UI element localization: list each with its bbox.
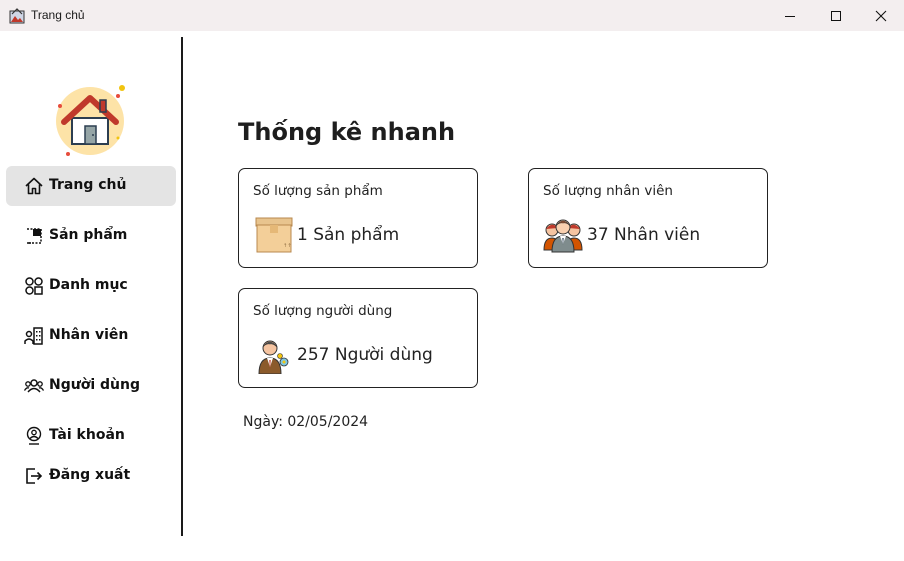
sidebar-item-nhan-vien[interactable]: Nhân viên	[6, 316, 176, 356]
close-button[interactable]	[858, 0, 904, 31]
app-icon	[9, 8, 25, 24]
card-label: Số lượng nhân viên	[543, 183, 673, 199]
box-icon: ↑↑	[255, 217, 293, 253]
sidebar-item-label: Tài khoản	[49, 427, 125, 443]
close-icon	[875, 10, 887, 21]
sidebar-item-trang-chu[interactable]: Trang chủ	[6, 166, 176, 206]
product-icon	[27, 228, 42, 244]
home-icon	[25, 177, 43, 195]
sidebar-item-label: Đăng xuất	[49, 467, 131, 483]
users-icon	[24, 379, 44, 393]
card-value: 1 Sản phẩm	[297, 225, 400, 245]
stat-card-nhan-vien: Số lượng nhân viên 37 Nhân viên	[528, 168, 768, 268]
category-icon	[25, 277, 43, 295]
card-label: Số lượng người dùng	[253, 303, 393, 319]
sidebar-item-label: Sản phẩm	[49, 227, 128, 243]
logout-icon	[26, 468, 43, 484]
sidebar-item-dang-xuat[interactable]: Đăng xuất	[6, 456, 176, 496]
account-icon	[26, 426, 42, 445]
employee-icon	[24, 327, 43, 345]
sidebar-divider	[181, 37, 183, 536]
maximize-button[interactable]	[813, 0, 859, 31]
sidebar-item-tai-khoan[interactable]: Tài khoản	[6, 416, 176, 456]
minimize-button[interactable]	[767, 0, 813, 31]
minimize-icon	[785, 15, 795, 17]
title-bar: Trang chủ	[0, 0, 904, 31]
user-person-icon	[258, 340, 289, 374]
sidebar-item-danh-muc[interactable]: Danh mục	[6, 266, 176, 306]
stat-card-nguoi-dung: Số lượng người dùng 257 Người dùng	[238, 288, 478, 388]
date-label: Ngày: 02/05/2024	[243, 414, 369, 430]
svg-text:↑↑: ↑↑	[283, 243, 291, 249]
sidebar-item-nguoi-dung[interactable]: Người dùng	[6, 366, 176, 406]
card-value: 257 Người dùng	[297, 345, 433, 365]
page-title: Thống kê nhanh	[238, 118, 456, 146]
sidebar-item-san-pham[interactable]: Sản phẩm	[6, 216, 176, 256]
staff-group-icon	[543, 219, 583, 253]
sidebar-item-label: Danh mục	[49, 277, 128, 293]
stat-card-san-pham: Số lượng sản phẩm ↑↑ 1 Sản phẩm	[238, 168, 478, 268]
window-title: Trang chủ	[31, 8, 85, 22]
maximize-icon	[831, 10, 841, 21]
sidebar-item-label: Người dùng	[49, 377, 140, 393]
sidebar-item-label: Trang chủ	[49, 177, 127, 193]
card-value: 37 Nhân viên	[587, 225, 701, 245]
home-logo-icon	[56, 85, 125, 156]
sidebar-item-label: Nhân viên	[49, 327, 129, 343]
card-label: Số lượng sản phẩm	[253, 183, 383, 199]
